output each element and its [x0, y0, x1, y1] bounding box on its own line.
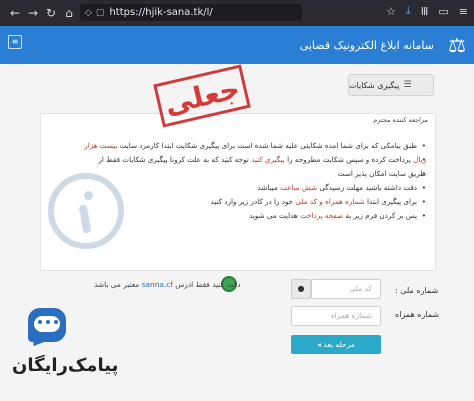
bookmark-icon[interactable]: ☆	[386, 5, 396, 18]
screen: ← → ↻ ⌂ ◇ ▢ https://hjik-sana.tk/l/ ☆ ⤓ …	[0, 0, 474, 401]
home-icon[interactable]: ⌂	[60, 6, 78, 20]
address-bar[interactable]: ◇ ▢ https://hjik-sana.tk/l/	[80, 4, 302, 21]
shield-icon: ◇	[85, 7, 92, 18]
phone-input[interactable]: شماره همراه	[291, 306, 381, 326]
download-icon[interactable]: ⤓	[406, 4, 411, 18]
tab-label: پیگیری شکایات	[349, 80, 400, 90]
national-id-label: شماره ملی :	[395, 286, 439, 295]
next-step-button[interactable]: مرحله بعد ◂	[291, 335, 381, 354]
list-icon: ☰	[403, 80, 412, 90]
site-title: سامانه ابلاغ الکترونیک قضایی	[299, 39, 434, 52]
library-icon[interactable]: Ⅲ	[421, 5, 429, 18]
menu-icon[interactable]: ≡	[8, 35, 22, 49]
notice-list: طبق بیامکی که برای شما امده شکایتی علیه …	[66, 139, 426, 223]
list-item: طریق سایت امکان پذیر است	[66, 167, 426, 181]
back-icon[interactable]: ←	[6, 6, 24, 20]
site-header: ≡ سامانه ابلاغ الکترونیک قضایی ⚖	[0, 26, 474, 64]
list-item: پس بر کردن فرم زیر به صفحه پرداخت هدایت …	[66, 209, 426, 223]
list-item: دقت داشته باشید مهلت رسیدگی شش ساعت میبا…	[66, 181, 426, 195]
notice-panel-header: مراجعه کننده محترم	[40, 113, 436, 127]
url-text: https://hjik-sana.tk/l/	[109, 7, 213, 18]
phone-label: شماره همراه	[395, 310, 440, 319]
toolbar-right: ☆ ⤓ Ⅲ ▭ ≡	[386, 4, 468, 18]
list-item: برای پیگیری ابتدا شماره همراه و کد ملی خ…	[66, 195, 426, 209]
lock-icon: ▢	[95, 7, 105, 18]
list-item: طبق بیامکی که برای شما امده شکایتی علیه …	[66, 139, 426, 153]
sidebar-icon[interactable]: ▭	[438, 5, 448, 18]
list-item: ریال پرداخت کرده و سپس شکایت مطروحه را پ…	[66, 153, 426, 167]
valid-address-note: دقت کنید فقط ادرس sanna.cf معتبر می باشد	[94, 280, 241, 289]
app-menu-icon[interactable]: ≡	[459, 5, 468, 18]
national-id-input[interactable]: کد ملی	[311, 279, 381, 299]
chat-dots-icon	[38, 320, 58, 324]
tab-complaint-tracking[interactable]: ☰ پیگیری شکایات	[348, 74, 434, 96]
logo-text: پیامک‌رایگان	[12, 355, 119, 376]
browser-toolbar: ← → ↻ ⌂ ◇ ▢ https://hjik-sana.tk/l/ ☆ ⤓ …	[0, 0, 474, 26]
forward-icon[interactable]: →	[24, 6, 42, 20]
user-icon: ●	[291, 279, 311, 299]
reload-icon[interactable]: ↻	[42, 6, 60, 20]
scales-icon: ⚖	[448, 33, 466, 57]
panel-heading: مراجعه کننده محترم	[373, 116, 428, 124]
